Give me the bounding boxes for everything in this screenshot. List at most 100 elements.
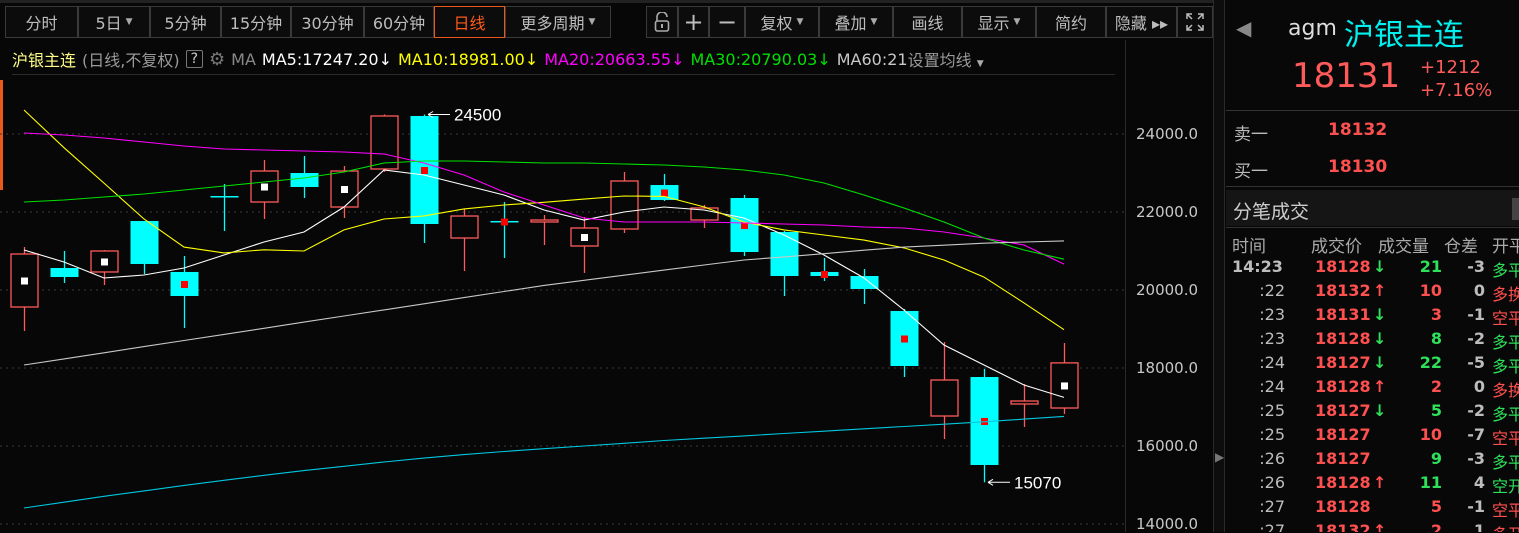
candle-marker xyxy=(181,280,188,288)
tick-oi-change: 0 xyxy=(1473,377,1485,396)
annotation-arrow-icon xyxy=(987,478,1010,486)
ticks-column-header: 仓差 xyxy=(1444,237,1478,257)
tick-volume: 11 xyxy=(1419,473,1442,492)
candle-body-down xyxy=(130,221,159,264)
tick-price: 18127 xyxy=(1315,353,1371,372)
ticks-column-header: 时间 xyxy=(1232,237,1266,257)
tick-time: :24 xyxy=(1259,377,1285,396)
tick-time: :27 xyxy=(1259,521,1285,532)
tick-type: 多平 xyxy=(1492,261,1519,280)
tick-volume: 9 xyxy=(1430,449,1442,468)
tick-type: 空开 xyxy=(1492,477,1519,496)
tick-row: :26 18127 9 -3 多平 xyxy=(1226,449,1519,473)
y-tick-label: 16000.0 xyxy=(1136,437,1199,455)
ticks-column-header: 成交价 xyxy=(1311,237,1362,257)
tick-volume: 10 xyxy=(1419,281,1442,300)
tick-type: 多平 xyxy=(1492,333,1519,352)
ticks-menu-button[interactable] xyxy=(1512,198,1519,220)
ticks-column-header: 成交量 xyxy=(1378,237,1429,257)
tick-oi-change: -1 xyxy=(1467,497,1485,516)
candle-body-down xyxy=(770,232,799,276)
price-annotation: 15070 xyxy=(1014,473,1061,492)
candle-body-up xyxy=(1010,400,1039,405)
tick-row: :24 18128 ↑ 2 0 多换 xyxy=(1226,377,1519,401)
y-tick-label: 24000.0 xyxy=(1136,125,1199,143)
tick-price: 18128 xyxy=(1315,473,1371,492)
tick-row: :25 18127 ↓ 5 -2 多平 xyxy=(1226,401,1519,425)
axis-divider xyxy=(1125,40,1126,532)
back-arrow-icon[interactable]: ◀ xyxy=(1236,16,1251,40)
candle-body-down xyxy=(290,173,319,188)
tick-time: :24 xyxy=(1259,353,1285,372)
tick-time: :22 xyxy=(1259,281,1285,300)
tick-row: :22 18132 ↑ 10 0 多换 xyxy=(1226,281,1519,305)
arrow-down-icon: ↓ xyxy=(1373,305,1387,324)
tick-time: :26 xyxy=(1259,449,1285,468)
price-change-pct: +7.16% xyxy=(1420,80,1493,101)
tick-type: 多平 xyxy=(1492,357,1519,376)
tick-price: 18131 xyxy=(1315,305,1371,324)
tick-time: :23 xyxy=(1259,329,1285,348)
tick-volume: 21 xyxy=(1419,257,1442,276)
candlestick-chart[interactable]: 24500 15070 xyxy=(0,0,1125,532)
candle-marker xyxy=(501,218,508,226)
divider xyxy=(1226,110,1519,111)
candle-body-up xyxy=(450,215,479,239)
tick-volume: 2 xyxy=(1430,377,1442,396)
tick-oi-change: -3 xyxy=(1467,257,1485,276)
candle-body-down xyxy=(210,196,239,198)
tick-time: :27 xyxy=(1259,497,1285,516)
tick-volume: 22 xyxy=(1419,353,1442,372)
quote-panel: ◀ agm 沪银主连 18131 +1212 +7.16% 卖一 18132 买… xyxy=(1226,0,1519,532)
tick-oi-change: -1 xyxy=(1467,305,1485,324)
candle-body-up xyxy=(930,379,959,417)
tick-price: 18127 xyxy=(1315,401,1371,420)
candle-marker xyxy=(821,270,828,278)
candle-marker xyxy=(341,186,348,194)
last-price: 18131 xyxy=(1292,56,1401,96)
tick-price: 18127 xyxy=(1315,449,1371,468)
tick-price: 18127 xyxy=(1315,425,1371,444)
ticks-column-header: 开平 xyxy=(1492,237,1519,257)
price-change: +1212 xyxy=(1420,57,1481,78)
tick-oi-change: -3 xyxy=(1467,449,1485,468)
tick-row: :26 18128 ↑ 11 4 空开 xyxy=(1226,473,1519,497)
tick-type: 空平 xyxy=(1492,309,1519,328)
y-tick-label: 18000.0 xyxy=(1136,359,1199,377)
arrow-up-icon: ↑ xyxy=(1373,473,1387,492)
tick-row: :25 18127 10 -7 空平 xyxy=(1226,425,1519,449)
fullscreen-icon[interactable] xyxy=(1177,6,1213,38)
ask-label: 卖一 xyxy=(1234,125,1268,145)
tick-type: 空平 xyxy=(1492,429,1519,448)
tick-time: :23 xyxy=(1259,305,1285,324)
candle-marker xyxy=(21,277,28,285)
arrow-up-icon: ↑ xyxy=(1373,281,1387,300)
candle-body-down xyxy=(50,268,79,278)
candle-marker xyxy=(661,189,668,197)
arrow-up-icon: ↑ xyxy=(1373,521,1387,532)
candle-marker xyxy=(1061,382,1068,390)
tick-row: 14:23 18128 ↓ 21 -3 多平 xyxy=(1226,257,1519,281)
collapse-arrow-icon[interactable]: ▶ xyxy=(1215,450,1224,464)
tick-row: :24 18127 ↓ 22 -5 多平 xyxy=(1226,353,1519,377)
tick-time: :26 xyxy=(1259,473,1285,492)
candle-marker xyxy=(101,258,108,266)
annotation-arrow-icon xyxy=(427,111,450,118)
tick-oi-change: -5 xyxy=(1467,353,1485,372)
tick-oi-change: 0 xyxy=(1473,281,1485,300)
candle-marker xyxy=(261,183,268,191)
ticks-title: 分笔成交 xyxy=(1233,201,1310,223)
tick-price: 18128 xyxy=(1315,329,1371,348)
tick-type: 多平 xyxy=(1492,405,1519,424)
tick-row: :27 18132↑ 2 1 多开 xyxy=(1226,521,1519,532)
y-tick-label: 14000.0 xyxy=(1136,515,1199,533)
tick-type: 空平 xyxy=(1492,501,1519,520)
contract-title: 沪银主连 xyxy=(1344,18,1464,53)
price-annotation: 24500 xyxy=(454,106,501,125)
candle-body-up xyxy=(530,219,559,223)
candle-marker xyxy=(901,335,908,343)
ma-line-ma120 xyxy=(23,415,1065,509)
candle-marker xyxy=(581,233,588,241)
tick-type: 多换 xyxy=(1492,285,1519,304)
tick-type: 多换 xyxy=(1492,381,1519,400)
